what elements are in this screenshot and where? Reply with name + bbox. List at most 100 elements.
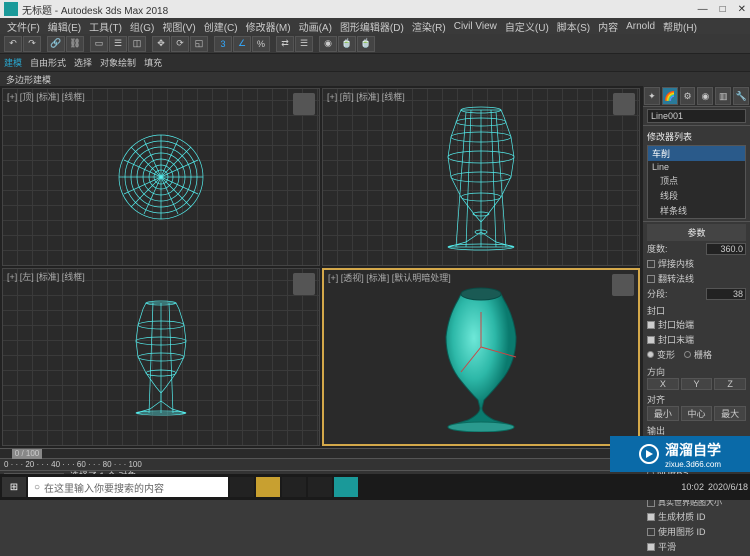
unlink-button[interactable]: ⛓ [66,36,84,52]
utilities-tab-icon[interactable]: 🔧 [733,87,749,105]
time-slider-thumb[interactable]: 0 / 100 [12,449,42,459]
undo-button[interactable]: ↶ [4,36,22,52]
vase-front-wireframe [426,102,536,252]
flip-normals-checkbox[interactable] [647,275,655,283]
modifier-stack[interactable]: 车削 Line 顶点 线段 样条线 [647,145,746,219]
snap-toggle-button[interactable]: 3 [214,36,232,52]
taskbar-app-explorer[interactable] [256,477,280,497]
grid-radio[interactable] [684,351,691,358]
select-region-button[interactable]: ◫ [128,36,146,52]
menu-tools[interactable]: 工具(T) [86,19,125,34]
ribbon-tab-selection[interactable]: 选择 [74,56,92,69]
smooth-checkbox[interactable] [647,543,655,551]
taskbar-app-3dsmax[interactable] [334,477,358,497]
align-center-button[interactable]: 中心 [681,406,713,421]
stack-item-vertex[interactable]: 顶点 [648,173,745,188]
segments-spinner[interactable]: 38 [706,288,746,300]
taskbar-app-screenshot[interactable] [282,477,306,497]
menu-arnold[interactable]: Arnold [623,21,658,32]
menu-create[interactable]: 创建(C) [201,19,241,34]
ribbon-tab-objpaint[interactable]: 对象绘制 [100,56,136,69]
dir-x-button[interactable]: X [647,378,679,390]
modifier-list-label[interactable]: 修改器列表 [647,128,746,145]
percent-snap-button[interactable]: % [252,36,270,52]
minimize-button[interactable]: — [698,4,708,15]
motion-tab-icon[interactable]: ◉ [697,87,713,105]
stack-item-spline[interactable]: 样条线 [648,203,745,218]
vase-left-wireframe [116,297,206,417]
display-tab-icon[interactable]: ▥ [715,87,731,105]
menu-customize[interactable]: 自定义(U) [502,19,552,34]
windows-taskbar: ⊞ ○ 在这里输入你要搜索的内容 10:02 2020/6/18 [0,474,750,500]
viewcube-icon[interactable] [613,93,635,115]
start-button[interactable]: ⊞ [2,477,26,497]
viewport-top[interactable]: [+] [顶] [标准] [线框] [2,88,320,266]
ribbon-tab-modeling[interactable]: 建模 [4,56,22,69]
move-button[interactable]: ✥ [152,36,170,52]
viewport-left-label[interactable]: [+] [左] [标准] [线框] [7,270,85,283]
gen-mat-id-checkbox[interactable] [647,513,655,521]
dir-y-button[interactable]: Y [681,378,713,390]
menu-modifiers[interactable]: 修改器(M) [243,19,294,34]
taskbar-search[interactable]: ○ 在这里输入你要搜索的内容 [28,477,228,497]
material-editor-button[interactable]: ◉ [319,36,337,52]
maximize-button[interactable]: □ [720,4,726,15]
menu-file[interactable]: 文件(F) [4,19,43,34]
stack-item-lathe[interactable]: 车削 [648,146,745,161]
search-icon: ○ [34,482,40,493]
menu-group[interactable]: 组(G) [127,19,157,34]
viewcube-icon[interactable] [293,93,315,115]
menu-civilview[interactable]: Civil View [451,21,500,32]
task-view-icon[interactable] [230,477,254,497]
select-button[interactable]: ▭ [90,36,108,52]
viewcube-icon[interactable] [293,273,315,295]
close-button[interactable]: ✕ [738,4,746,15]
angle-snap-button[interactable]: ∠ [233,36,251,52]
ribbon-tab-freeform[interactable]: 自由形式 [30,56,66,69]
viewcube-icon[interactable] [612,274,634,296]
menu-script[interactable]: 脚本(S) [554,19,593,34]
menu-animation[interactable]: 动画(A) [296,19,335,34]
viewport-left[interactable]: [+] [左] [标准] [线框] [2,268,320,446]
menu-help[interactable]: 帮助(H) [660,19,700,34]
cap-end-checkbox[interactable] [647,336,655,344]
hierarchy-tab-icon[interactable]: ⚙ [680,87,696,105]
ribbon-tab-populate[interactable]: 填充 [144,56,162,69]
params-rollout-title[interactable]: 参数 [647,224,746,241]
weld-core-checkbox[interactable] [647,260,655,268]
mirror-button[interactable]: ⇄ [276,36,294,52]
viewport-front[interactable]: [+] [前] [标准] [线框] [322,88,640,266]
use-shape-id-checkbox[interactable] [647,528,655,536]
stack-item-line[interactable]: Line [648,161,745,173]
render-setup-button[interactable]: 🍵 [338,36,356,52]
redo-button[interactable]: ↷ [23,36,41,52]
viewport-front-label[interactable]: [+] [前] [标准] [线框] [327,90,405,103]
scale-button[interactable]: ◱ [190,36,208,52]
select-name-button[interactable]: ☰ [109,36,127,52]
rotate-button[interactable]: ⟳ [171,36,189,52]
align-button[interactable]: ☰ [295,36,313,52]
window-titlebar: 无标题 - Autodesk 3ds Max 2018 — □ ✕ [0,0,750,18]
align-min-button[interactable]: 最小 [647,406,679,421]
degrees-spinner[interactable]: 360.0 [706,243,746,255]
dir-z-button[interactable]: Z [714,378,746,390]
main-toolbar: ↶ ↷ 🔗 ⛓ ▭ ☰ ◫ ✥ ⟳ ◱ 3 ∠ % ⇄ ☰ ◉ 🍵 🍵 [0,34,750,54]
menu-content[interactable]: 内容 [595,19,621,34]
morph-radio[interactable] [647,351,654,358]
align-max-button[interactable]: 最大 [714,406,746,421]
link-button[interactable]: 🔗 [47,36,65,52]
viewport-perspective[interactable]: [+] [透视] [标准] [默认明暗处理] [322,268,640,446]
create-tab-icon[interactable]: ✦ [644,87,660,105]
menu-view[interactable]: 视图(V) [159,19,198,34]
viewport-top-label[interactable]: [+] [顶] [标准] [线框] [7,90,85,103]
object-name-field[interactable]: Line001 [647,109,746,123]
modify-tab-icon[interactable]: 🌈 [662,87,678,105]
render-button[interactable]: 🍵 [357,36,375,52]
menu-edit[interactable]: 编辑(E) [45,19,84,34]
system-tray[interactable]: 10:02 2020/6/18 [681,482,748,492]
taskbar-app-browser[interactable] [308,477,332,497]
stack-item-segment[interactable]: 线段 [648,188,745,203]
menu-graph[interactable]: 图形编辑器(D) [337,19,407,34]
menu-render[interactable]: 渲染(R) [409,19,449,34]
cap-start-checkbox[interactable] [647,321,655,329]
